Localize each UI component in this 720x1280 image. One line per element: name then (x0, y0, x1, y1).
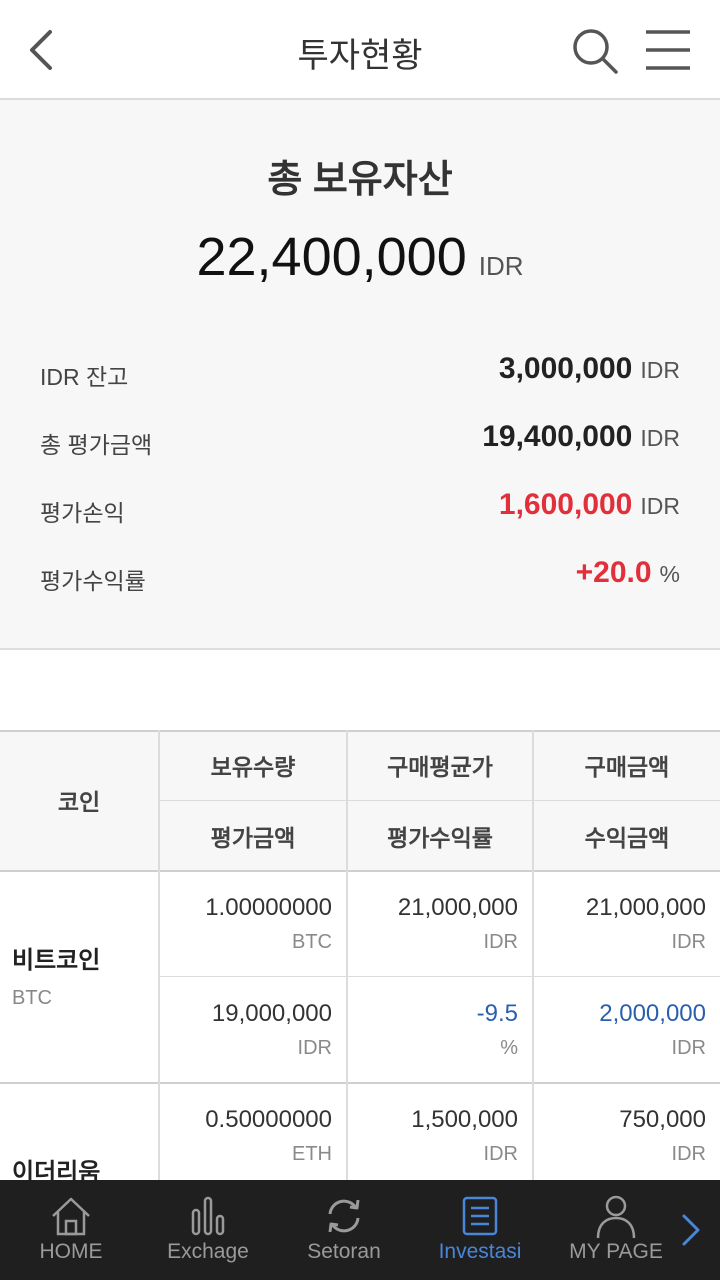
column-header-holding-qty: 보유수량 (160, 730, 346, 800)
return-rate-cell: -9.5% (476, 1000, 518, 1059)
app-header: 투자현황 (0, 0, 720, 100)
buy-amount-cell: 21,000,000 IDR (585, 894, 706, 953)
bottom-tab-bar: HOME Exchage Setoran Investasi MY PAGE (0, 1180, 720, 1280)
summary-label: 평가수익률 (40, 568, 146, 594)
table-row-btc[interactable]: 비트코인 BTC (12, 940, 100, 1010)
tab-investasi[interactable]: Investasi (410, 1180, 550, 1280)
bar-chart-icon (191, 1196, 225, 1236)
table-border (158, 976, 720, 977)
total-assets-unit: IDR (478, 251, 524, 281)
summary-row-valuation-pnl: 평가손익 1,600,000 IDR (40, 488, 680, 528)
chevron-right-icon[interactable] (678, 1212, 702, 1248)
summary-label: IDR 잔고 (40, 364, 129, 390)
summary-value: +20.0% (575, 556, 680, 589)
total-assets-value: 22,400,000 (196, 227, 467, 287)
holding-qty-cell: 0.50000000 ETH (205, 1106, 332, 1165)
asset-summary: 총 보유자산 22,400,000 IDR IDR 잔고 3,000,000 IDR… (0, 100, 720, 650)
home-icon (52, 1197, 90, 1236)
hamburger-menu-icon[interactable] (644, 28, 692, 72)
tab-exchange[interactable]: Exchage (138, 1180, 278, 1280)
coin-symbol: BTC (12, 987, 52, 1009)
column-header-valuation: 평가금액 (160, 801, 346, 870)
summary-row-return-rate: 평가수익률 +20.0% (40, 556, 680, 596)
tab-setoran[interactable]: Setoran (274, 1180, 414, 1280)
summary-title: 총 보유자산 (267, 159, 453, 201)
summary-value: 3,000,000 IDR (498, 352, 680, 385)
column-header-buy-amount: 구매금액 (534, 730, 720, 800)
coin-name: 비트코인 (12, 947, 101, 974)
refresh-icon (328, 1199, 360, 1233)
column-header-profit: 수익금액 (534, 801, 720, 870)
valuation-cell: 19,000,000 IDR (211, 1000, 332, 1059)
tab-my-page[interactable]: MY PAGE (546, 1180, 686, 1280)
user-icon (596, 1195, 636, 1238)
table-border (158, 800, 720, 801)
document-list-icon (462, 1196, 498, 1236)
buy-amount-cell: 750,000 IDR (619, 1106, 706, 1165)
avg-buy-price-cell: 21,000,000 IDR (397, 894, 518, 953)
summary-row-idr-balance: IDR 잔고 3,000,000 IDR (40, 352, 680, 392)
summary-value: 1,600,000 IDR (498, 488, 680, 521)
column-header-coin: 코인 (0, 730, 158, 870)
avg-buy-price-cell: 1,500,000 IDR (411, 1106, 518, 1165)
column-header-avg-buy-price: 구매평균가 (348, 730, 532, 800)
table-border (0, 730, 720, 732)
profit-cell: 2,000,000 IDR (599, 1000, 706, 1059)
table-border (0, 1082, 720, 1084)
holding-qty-cell: 1.00000000 BTC (205, 894, 332, 953)
search-icon[interactable] (570, 26, 620, 76)
summary-value: 19,400,000 IDR (482, 420, 680, 453)
table-border (0, 870, 720, 872)
tab-home[interactable]: HOME (0, 1180, 142, 1280)
summary-label: 평가손익 (40, 500, 125, 526)
total-assets: 22,400,000 IDR (0, 226, 720, 288)
summary-label: 총 평가금액 (40, 432, 153, 458)
column-header-return-rate: 평가수익률 (348, 801, 532, 870)
summary-row-total-valuation: 총 평가금액 19,400,000 IDR (40, 420, 680, 460)
